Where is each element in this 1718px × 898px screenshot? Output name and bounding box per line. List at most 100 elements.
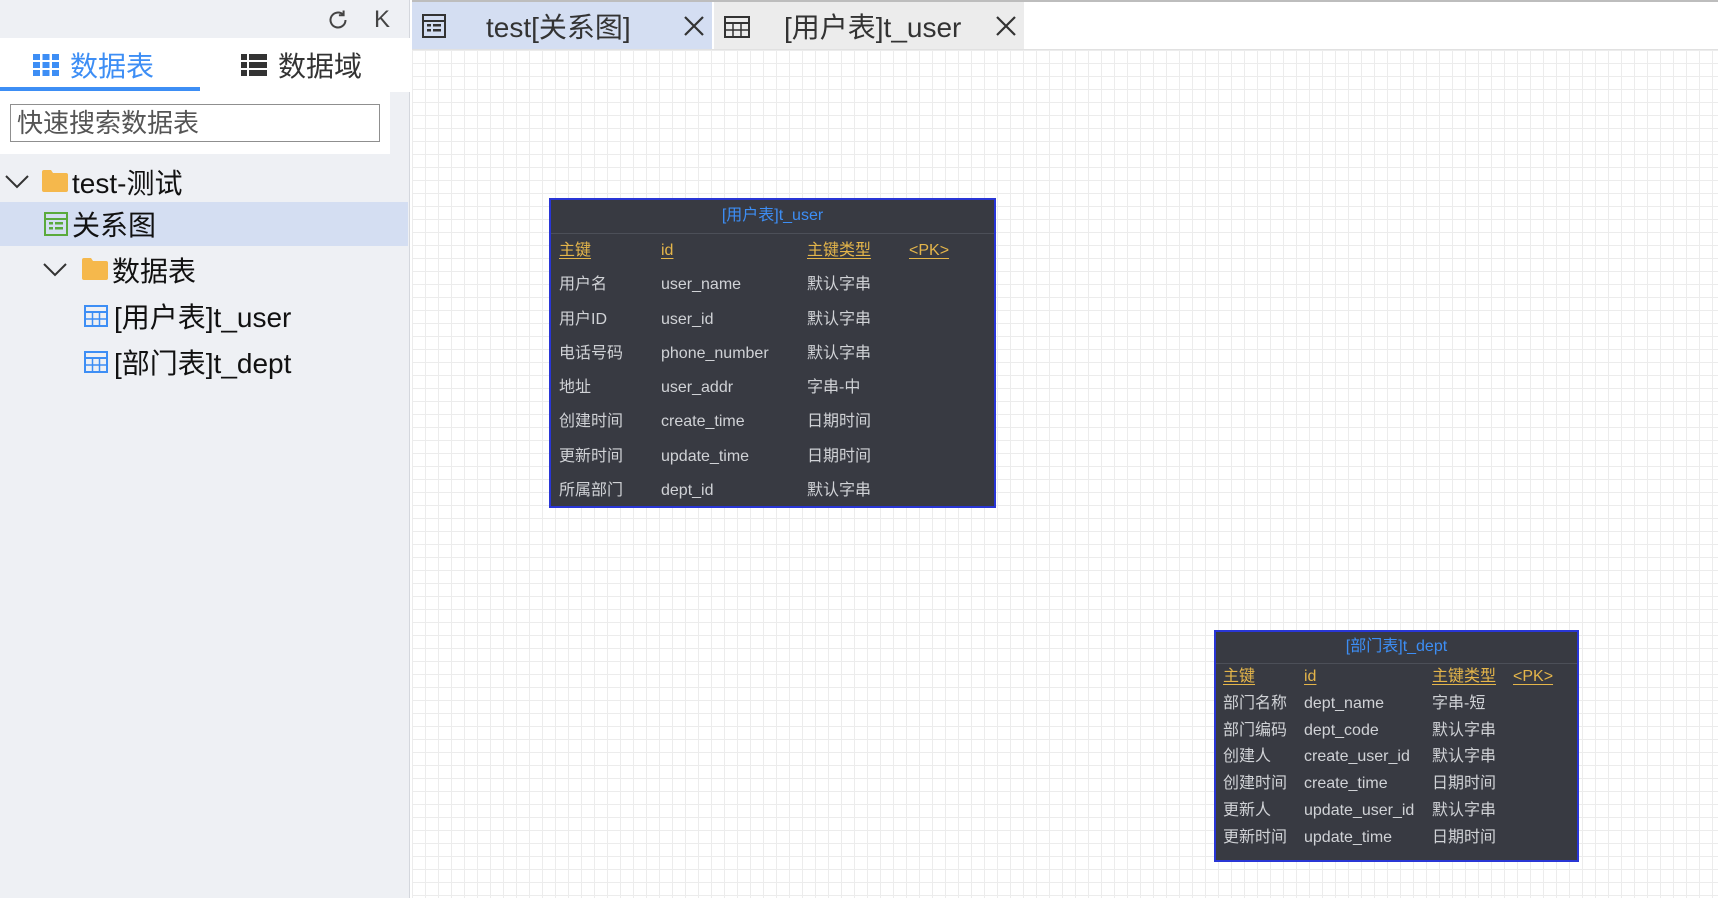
chevron-down-icon[interactable] xyxy=(4,169,30,195)
er-pk-row[interactable]: 主键 id 主键类型 <PK> xyxy=(551,234,994,268)
tab-t-user[interactable]: [用户表]t_user xyxy=(714,2,1024,49)
grid-icon xyxy=(33,54,59,76)
tree-item-t-dept[interactable]: [部门表]t_dept xyxy=(0,340,408,384)
er-cell: 默认字串 xyxy=(807,310,872,328)
er-cell: 主键类型 xyxy=(1432,668,1497,685)
er-cell: user_name xyxy=(661,276,742,294)
er-column-row[interactable]: 用户名 user_name 默认字串 xyxy=(551,268,994,302)
er-cell: dept_id xyxy=(661,482,714,500)
sidebar-tabs: 数据表 数据域 xyxy=(0,38,410,92)
diagram-canvas[interactable]: [用户表]t_user 主键 id 主键类型 <PK> 用户名 user_nam… xyxy=(412,50,1718,898)
list-icon xyxy=(241,54,267,76)
er-cell: 部门名称 xyxy=(1223,694,1288,712)
tree-item-project[interactable]: test-测试 xyxy=(0,160,408,204)
search-input[interactable] xyxy=(10,104,380,142)
er-cell: create_user_id xyxy=(1304,748,1410,766)
er-cell: user_id xyxy=(661,310,714,328)
tree-item-label: test-测试 xyxy=(72,168,183,199)
er-cell: 更新时间 xyxy=(559,447,624,465)
er-column-row[interactable]: 创建时间 create_time 日期时间 xyxy=(551,405,994,439)
er-column-row[interactable]: 所属部门 dept_id 默认字串 xyxy=(551,474,994,508)
tab-data-tables[interactable]: 数据表 xyxy=(32,38,154,92)
er-cell: 地址 xyxy=(559,379,592,397)
table-icon xyxy=(84,305,108,327)
diagram-icon xyxy=(44,212,68,236)
search-bar xyxy=(0,92,390,154)
er-cell: <PK> xyxy=(909,242,950,259)
er-cell: 创建时间 xyxy=(559,413,624,431)
er-cell: 日期时间 xyxy=(807,447,872,465)
er-cell: 主键类型 xyxy=(807,242,872,259)
editor-tab-bar: test[关系图] [用户表]t_user xyxy=(412,0,1718,50)
er-cell: 默认字串 xyxy=(807,276,872,294)
er-cell: 电话号码 xyxy=(559,344,624,362)
close-icon[interactable] xyxy=(682,14,706,38)
tree-item-t-user[interactable]: [用户表]t_user xyxy=(0,294,408,338)
tab-label: [用户表]t_user xyxy=(784,11,962,43)
er-cell: id xyxy=(1304,668,1317,685)
er-cell: 默认字串 xyxy=(1432,721,1497,739)
tab-data-domains[interactable]: 数据域 xyxy=(240,38,362,92)
er-cell: update_user_id xyxy=(1304,801,1415,819)
er-cell: 日期时间 xyxy=(807,413,872,431)
er-column-row[interactable]: 用户ID user_id 默认字串 xyxy=(551,303,994,337)
er-table-t-dept[interactable]: [部门表]t_dept 主键 id 主键类型 <PK> 部门名称 dept_na… xyxy=(1214,630,1579,862)
er-table-title: [用户表]t_user xyxy=(551,200,994,234)
tab-data-tables-label: 数据表 xyxy=(70,51,155,82)
sidebar: K 数据表 数据域 快速搜索数据表 test-测试 关系图 数据表 [用户表]t… xyxy=(0,0,410,898)
table-icon xyxy=(84,351,108,373)
er-column-row[interactable]: 创建时间 create_time 日期时间 xyxy=(1216,771,1577,798)
diagram-icon xyxy=(422,13,446,45)
er-cell: update_time xyxy=(1304,828,1393,846)
er-cell: 用户名 xyxy=(559,276,608,294)
er-cell: 日期时间 xyxy=(1432,828,1497,846)
collapse-sidebar-button[interactable]: K xyxy=(369,6,395,33)
er-cell: 默认字串 xyxy=(807,482,872,500)
er-cell: create_time xyxy=(661,413,745,431)
er-cell: update_time xyxy=(661,447,750,465)
er-cell: 主键 xyxy=(1223,668,1256,685)
er-pk-row[interactable]: 主键 id 主键类型 <PK> xyxy=(1216,664,1577,691)
tab-label: test[关系图] xyxy=(486,11,631,43)
tree-item-label: [部门表]t_dept xyxy=(114,348,292,379)
er-cell: 创建时间 xyxy=(1223,775,1288,793)
er-cell: 更新时间 xyxy=(1223,828,1288,846)
tab-test-diagram[interactable]: test[关系图] xyxy=(412,2,712,49)
collapse-icon: K xyxy=(373,6,390,33)
er-cell: 默认字串 xyxy=(1432,801,1497,819)
er-column-row[interactable]: 更新时间 update_time 日期时间 xyxy=(1216,825,1577,852)
er-column-row[interactable]: 部门名称 dept_name 字串-短 xyxy=(1216,691,1577,718)
refresh-icon xyxy=(329,10,347,29)
er-column-row[interactable]: 电话号码 phone_number 默认字串 xyxy=(551,337,994,371)
er-table-title: [部门表]t_dept xyxy=(1216,632,1577,664)
er-cell: 用户ID xyxy=(559,310,608,328)
chevron-down-icon[interactable] xyxy=(42,257,68,283)
er-column-row[interactable]: 地址 user_addr 字串-中 xyxy=(551,371,994,405)
er-column-row[interactable]: 更新时间 update_time 日期时间 xyxy=(551,440,994,474)
er-column-row[interactable]: 创建人 create_user_id 默认字串 xyxy=(1216,744,1577,771)
er-table-t-user[interactable]: [用户表]t_user 主键 id 主键类型 <PK> 用户名 user_nam… xyxy=(549,198,996,508)
er-cell: 创建人 xyxy=(1223,748,1272,766)
er-cell: 日期时间 xyxy=(1432,775,1497,793)
sidebar-toolbar: K xyxy=(325,6,395,34)
app-window: K 数据表 数据域 快速搜索数据表 test-测试 关系图 数据表 [用户表]t… xyxy=(0,0,1718,898)
tab-data-domains-label: 数据域 xyxy=(278,51,363,82)
tree-item-tables-folder[interactable]: 数据表 xyxy=(0,248,408,292)
er-cell: 部门编码 xyxy=(1223,721,1288,739)
er-cell: 字串-短 xyxy=(1432,694,1486,712)
er-column-row[interactable]: 部门编码 dept_code 默认字串 xyxy=(1216,718,1577,745)
tree-item-label: [用户表]t_user xyxy=(114,302,292,333)
er-cell: 默认字串 xyxy=(807,344,872,362)
folder-icon xyxy=(42,170,68,192)
er-cell: 更新人 xyxy=(1223,801,1272,819)
refresh-button[interactable] xyxy=(325,7,351,33)
tree-item-diagram[interactable]: 关系图 xyxy=(0,202,408,246)
er-cell: dept_name xyxy=(1304,694,1385,712)
er-cell: 默认字串 xyxy=(1432,748,1497,766)
folder-icon xyxy=(82,258,108,280)
close-icon[interactable] xyxy=(994,14,1018,38)
er-cell: id xyxy=(661,242,674,259)
er-cell: 字串-中 xyxy=(807,379,861,397)
active-tab-indicator xyxy=(0,87,200,91)
er-column-row[interactable]: 更新人 update_user_id 默认字串 xyxy=(1216,798,1577,825)
